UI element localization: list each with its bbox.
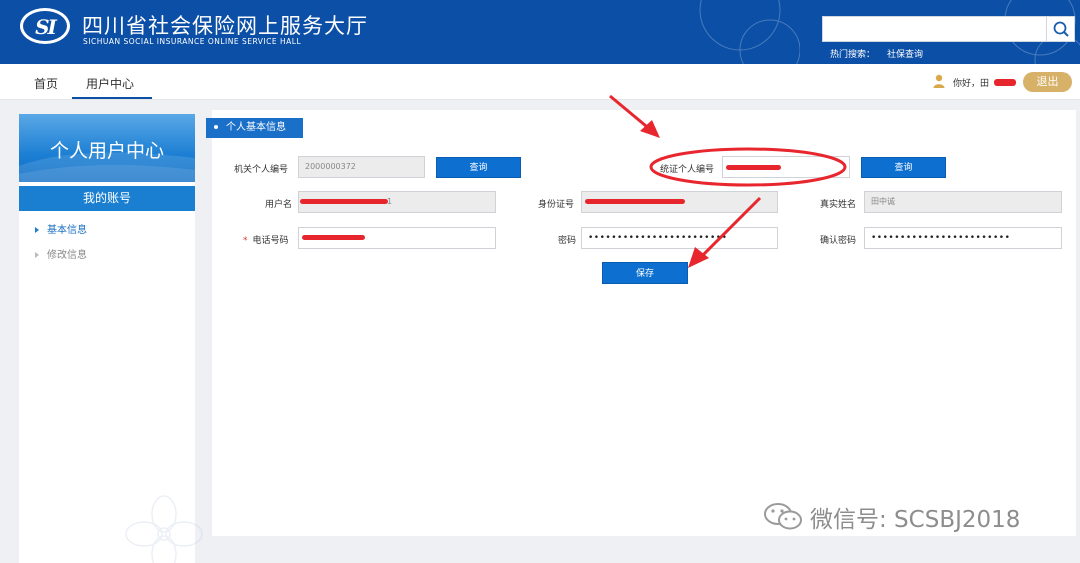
phone-label: * 电话号码 [243,236,289,246]
header-decoration [699,0,800,64]
confirm-password-field[interactable]: •••••••••••••••••••••••• [864,227,1062,249]
sidebar-title: 个人用户中心 [49,140,164,162]
redaction-mark [726,165,781,170]
save-button[interactable]: 保存 [602,262,688,284]
query-button-unified[interactable]: 查询 [861,157,946,178]
redaction-mark [585,199,685,204]
required-marker: * [243,236,248,246]
redaction-mark [302,235,365,240]
org-person-id-label: 机关个人编号 [234,165,289,175]
nav-active-indicator [72,97,152,99]
org-person-id-field[interactable]: 2000000372 [298,156,425,178]
sidebar-item-label: 基本信息 [47,225,87,236]
password-label: 密码 [558,236,577,246]
site-title: 四川省社会保险网上服务大厅 [82,14,368,38]
caret-right-icon [35,227,39,233]
user-icon [933,74,945,88]
hot-search-label: 热门搜索： [830,50,876,60]
sidebar: 个人用户中心 我的账号 基本信息 修改信息 [19,114,203,563]
site-header: SI 四川省社会保险网上服务大厅 SICHUAN SOCIAL INSURANC… [0,0,1080,64]
query-button-org[interactable]: 查询 [436,157,521,178]
caret-right-icon [35,252,39,258]
hot-search-link[interactable]: 社保查询 [887,50,923,60]
nav-home[interactable]: 首页 [34,75,58,92]
nav-user-center[interactable]: 用户中心 [86,75,134,92]
real-name-field[interactable]: 田中诚 [864,191,1062,213]
search-button[interactable] [1047,16,1075,42]
top-navbar [0,64,1080,100]
bullet-icon [214,125,218,129]
sidebar-item-edit-info[interactable]: 修改信息 [35,246,87,261]
sidebar-item-basic-info[interactable]: 基本信息 [35,221,87,236]
hot-search: 热门搜索： 社保查询 [830,47,923,60]
search-icon [1053,21,1069,37]
si-logo[interactable]: SI [20,8,70,44]
tab-basic-info[interactable]: 个人基本信息 [206,118,303,138]
wechat-icon [764,503,802,530]
redaction-mark [300,199,388,204]
watermark-text: 微信号: SCSBJ2018 [810,507,1021,533]
confirm-password-label: 确认密码 [820,236,857,246]
sidebar-item-label: 修改信息 [47,250,87,261]
unified-person-id-label: 统证个人编号 [660,165,715,175]
site-subtitle: SICHUAN SOCIAL INSURANCE ONLINE SERVICE … [83,37,302,46]
flower-decoration [125,495,203,563]
sidebar-banner: 个人用户中心 [19,114,195,182]
real-name-label: 真实姓名 [820,200,857,210]
user-greeting: 你好，田 [953,79,990,89]
password-field[interactable]: •••••••••••••••••••••••• [581,227,778,249]
search-input[interactable] [822,16,1047,42]
username-label: 用户名 [265,200,293,210]
redaction-mark [994,79,1016,86]
sidebar-section-my-account[interactable]: 我的账号 [19,186,195,211]
logout-button[interactable]: 退出 [1023,72,1072,92]
id-card-label: 身份证号 [538,200,575,210]
